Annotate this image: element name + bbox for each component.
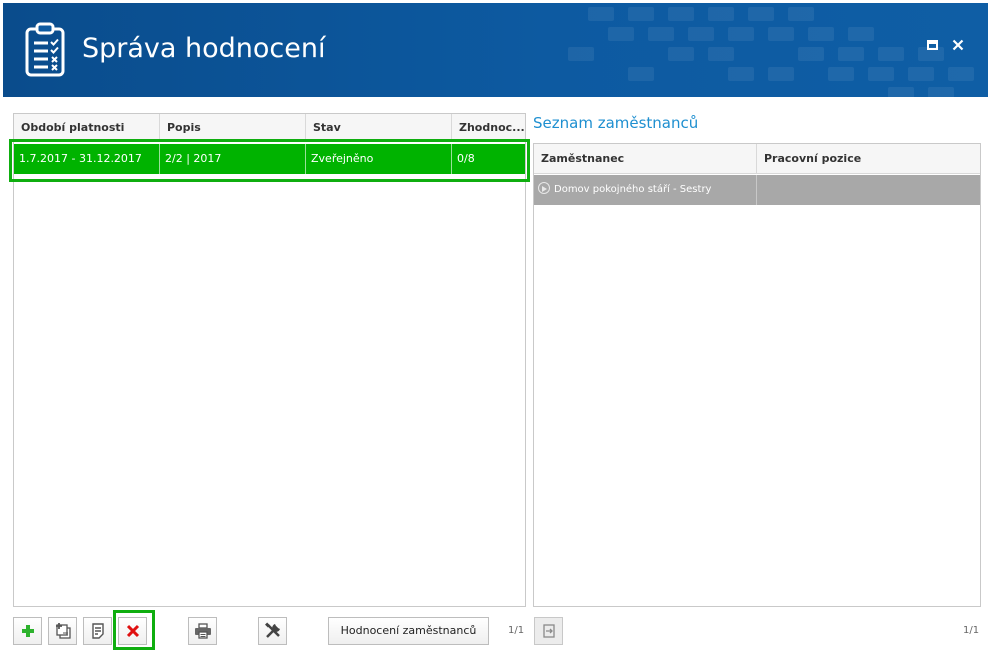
edit-button[interactable] [83,617,112,645]
cell-employee: Domov pokojného stáří - Sestry [534,175,757,205]
print-icon [194,623,211,639]
grid-header: Zaměstnanec Pracovní pozice [534,144,980,174]
tools-button[interactable] [258,617,287,645]
edit-icon [91,623,104,639]
app-window: Správa hodnocení Období platnosti Popis … [0,0,991,658]
window-title: Správa hodnocení [82,33,326,64]
table-row[interactable]: Domov pokojného stáří - Sestry [534,175,980,205]
clipboard-checklist-icon [25,22,65,77]
title-bar: Správa hodnocení [3,3,988,97]
delete-button-highlight [113,610,155,650]
copy-add-button[interactable] [48,617,77,645]
evaluation-periods-grid: Období platnosti Popis Stav Zhodnoc... 1… [13,113,526,607]
tools-icon [264,622,280,638]
employee-list-title: Seznam zaměstnanců [533,114,699,132]
left-pager: 1/1 [508,625,525,636]
right-pager: 1/1 [963,625,980,636]
evaluate-employees-button[interactable]: Hodnocení zaměstnanců [328,617,489,645]
column-header-position[interactable]: Pracovní pozice [757,144,980,174]
export-icon [542,624,555,638]
grid-header: Období platnosti Popis Stav Zhodnoc... [14,114,525,142]
print-button[interactable] [188,617,217,645]
column-header-description[interactable]: Popis [160,114,306,142]
maximize-icon[interactable] [925,37,941,53]
header-decoration [468,3,988,97]
column-header-evaluated[interactable]: Zhodnoc... [452,114,525,142]
add-button[interactable] [13,617,42,645]
column-header-period[interactable]: Období platnosti [14,114,160,142]
expand-arrow-icon[interactable] [538,182,550,194]
employee-name: Domov pokojného stáří - Sestry [554,184,712,195]
selected-row-highlight [9,139,530,182]
employees-grid: Zaměstnanec Pracovní pozice Domov pokojn… [533,143,981,607]
column-header-status[interactable]: Stav [306,114,452,142]
column-header-employee[interactable]: Zaměstnanec [534,144,757,174]
export-button[interactable] [534,617,563,645]
cell-position [757,175,980,205]
add-icon [21,625,34,637]
close-icon[interactable] [950,37,966,53]
copy-add-icon [55,623,71,639]
